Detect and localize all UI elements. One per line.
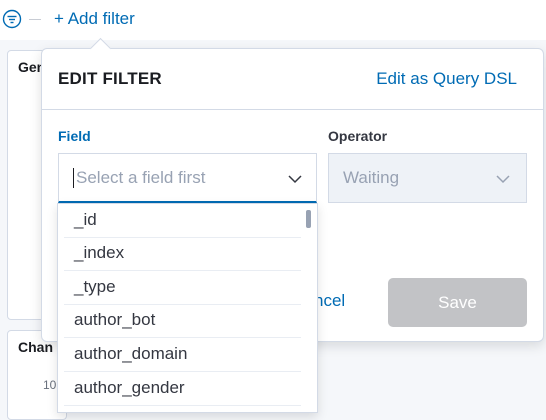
operator-label: Operator [328,128,388,144]
text-cursor [73,168,74,188]
operator-combobox[interactable]: Waiting [328,153,527,203]
field-combobox[interactable]: Select a field first [58,153,317,203]
filter-bar: + Add filter [0,0,546,40]
list-item[interactable]: author_gender [64,372,301,406]
field-options-list[interactable]: _id _index _type author_bot author_domai… [57,203,318,413]
list-item[interactable]: _index [64,237,301,271]
cancel-button[interactable]: ncel [314,291,345,311]
divider [29,19,41,20]
popover-arrow [89,37,112,60]
edit-query-dsl-link[interactable]: Edit as Query DSL [376,69,517,89]
chevron-down-icon[interactable] [288,172,302,186]
add-filter-button[interactable]: + Add filter [54,9,135,29]
axis-tick: 10 [43,378,57,392]
operator-value: Waiting [343,168,400,187]
popover-title: EDIT FILTER [58,69,162,88]
filter-icon[interactable] [2,9,22,29]
chevron-down-icon [496,175,510,184]
list-item[interactable]: _id [64,204,301,238]
list-item[interactable]: author_bot [64,304,301,338]
field-placeholder: Select a field first [76,168,206,187]
save-button[interactable]: Save [388,278,527,327]
list-item[interactable]: author_domain [64,338,301,372]
field-label: Field [58,128,91,144]
divider [42,109,543,110]
scrollbar-thumb[interactable] [306,210,311,228]
list-item[interactable]: _type [64,271,301,305]
